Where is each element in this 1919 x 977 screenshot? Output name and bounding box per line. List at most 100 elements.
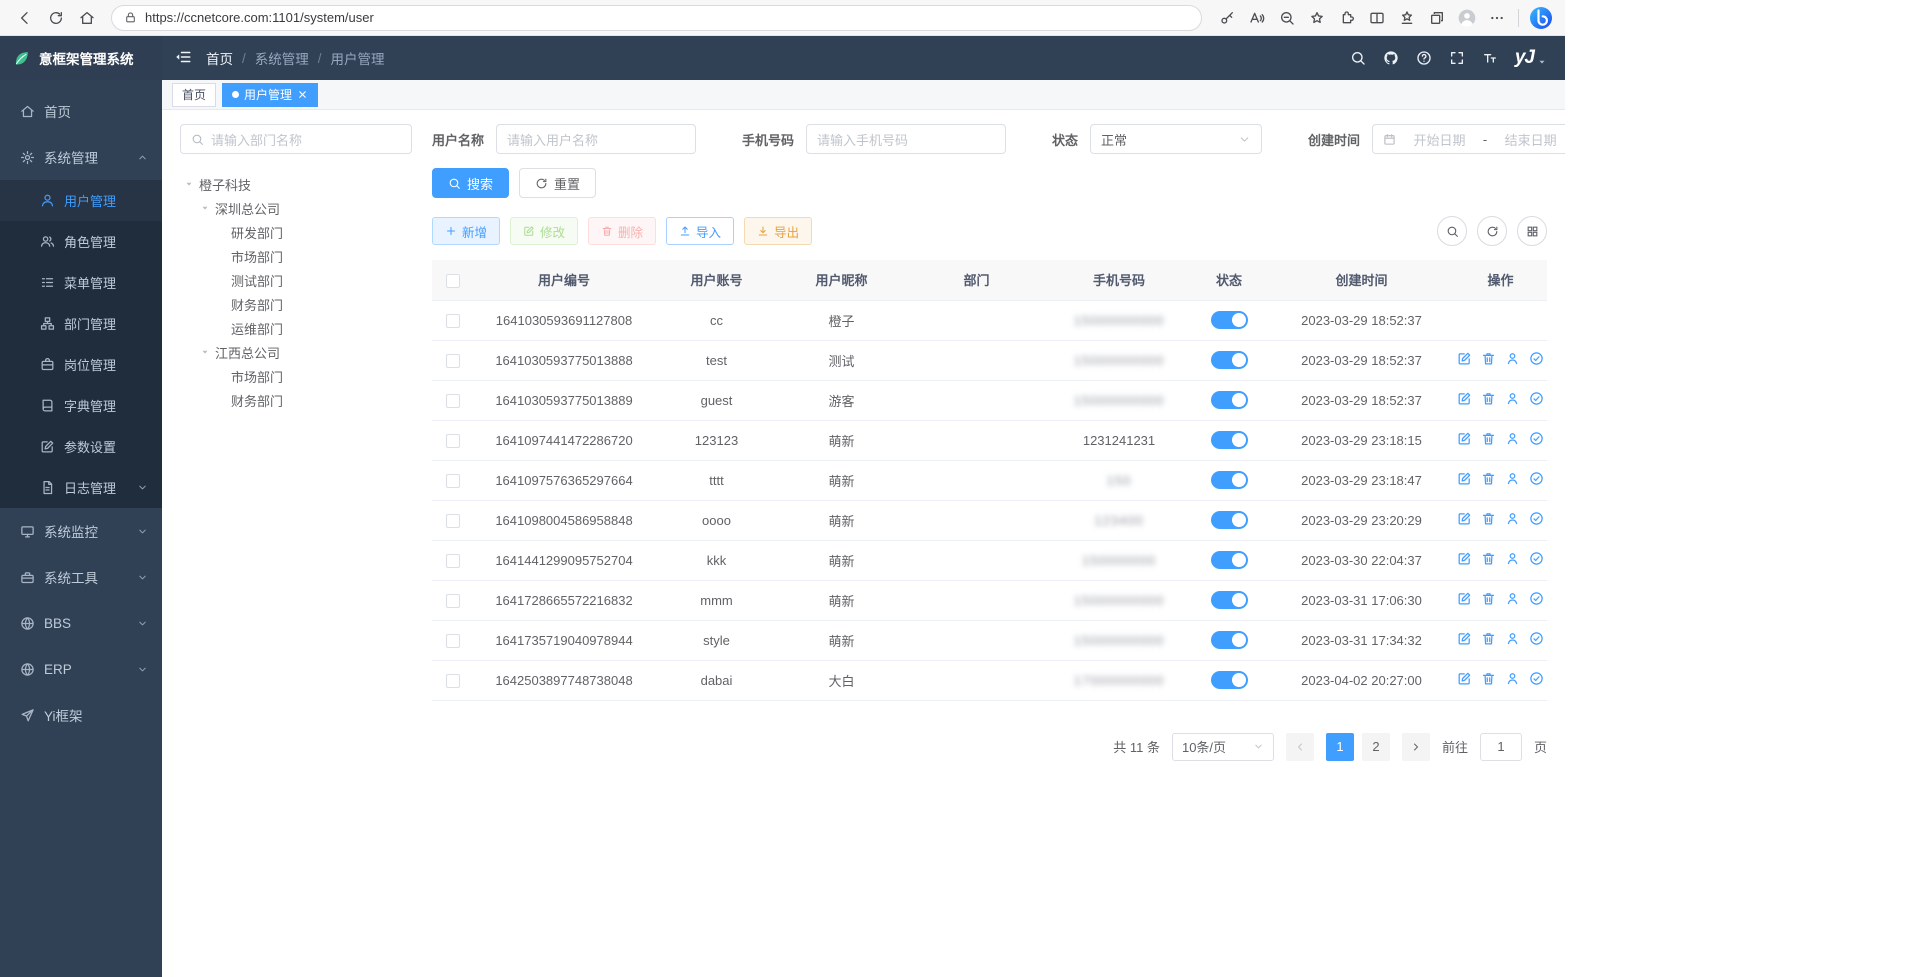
sidebar-item-dept-management[interactable]: 部门管理 — [0, 303, 162, 344]
browser-home-button[interactable] — [72, 4, 101, 32]
op-edit-button[interactable] — [1457, 591, 1472, 606]
op-delete-button[interactable] — [1481, 511, 1496, 526]
status-toggle[interactable] — [1211, 351, 1248, 369]
github-button[interactable] — [1383, 50, 1399, 66]
op-reset-password-button[interactable] — [1505, 471, 1520, 486]
tab-close-icon[interactable] — [297, 89, 308, 100]
op-reset-password-button[interactable] — [1505, 351, 1520, 366]
add-button[interactable]: 新增 — [432, 217, 500, 245]
tab[interactable]: 用户管理 — [222, 83, 318, 107]
row-checkbox[interactable] — [446, 394, 460, 408]
page-size-select[interactable]: 10条/页 — [1172, 733, 1274, 761]
split-screen-button[interactable] — [1362, 4, 1391, 32]
op-reset-password-button[interactable] — [1505, 431, 1520, 446]
status-toggle[interactable] — [1211, 391, 1248, 409]
favorites-add-button[interactable] — [1302, 4, 1331, 32]
browser-refresh-button[interactable] — [41, 4, 70, 32]
row-checkbox[interactable] — [446, 314, 460, 328]
next-page-button[interactable] — [1402, 733, 1430, 761]
tree-node[interactable]: 深圳总公司 — [180, 196, 412, 220]
op-edit-button[interactable] — [1457, 631, 1472, 646]
font-size-button[interactable] — [1482, 50, 1498, 66]
fullscreen-button[interactable] — [1449, 50, 1465, 66]
op-assign-role-button[interactable] — [1529, 391, 1544, 406]
tree-node[interactable]: 市场部门 — [180, 244, 412, 268]
zoom-button[interactable] — [1272, 4, 1301, 32]
tree-node[interactable]: 财务部门 — [180, 388, 412, 412]
row-checkbox[interactable] — [446, 674, 460, 688]
sidebar-item-system-tools[interactable]: 系统工具 — [0, 554, 162, 600]
op-edit-button[interactable] — [1457, 511, 1472, 526]
op-delete-button[interactable] — [1481, 631, 1496, 646]
page-button-1[interactable]: 1 — [1326, 733, 1354, 761]
column-settings-button[interactable] — [1517, 216, 1547, 246]
sidebar-item-role-management[interactable]: 角色管理 — [0, 221, 162, 262]
header-search-button[interactable] — [1350, 50, 1366, 66]
op-assign-role-button[interactable] — [1529, 351, 1544, 366]
sidebar-item-user-management[interactable]: 用户管理 — [0, 180, 162, 221]
op-assign-role-button[interactable] — [1529, 671, 1544, 686]
browser-menu-button[interactable] — [1482, 4, 1511, 32]
sidebar-item-system-management[interactable]: 系统管理 — [0, 134, 162, 180]
select-all-checkbox[interactable] — [446, 274, 460, 288]
breadcrumb-item[interactable]: 用户管理 — [331, 48, 385, 68]
op-delete-button[interactable] — [1481, 351, 1496, 366]
row-checkbox[interactable] — [446, 434, 460, 448]
status-toggle[interactable] — [1211, 431, 1248, 449]
search-button[interactable]: 搜索 — [432, 168, 509, 198]
op-reset-password-button[interactable] — [1505, 631, 1520, 646]
op-edit-button[interactable] — [1457, 471, 1472, 486]
goto-page-input[interactable]: 1 — [1480, 733, 1522, 761]
row-checkbox[interactable] — [446, 514, 460, 528]
row-checkbox[interactable] — [446, 634, 460, 648]
sidebar-item-bbs[interactable]: BBS — [0, 600, 162, 646]
sidebar-item-menu-management[interactable]: 菜单管理 — [0, 262, 162, 303]
sidebar-item-home[interactable]: 首页 — [0, 88, 162, 134]
op-delete-button[interactable] — [1481, 471, 1496, 486]
sidebar-fold-button[interactable] — [174, 48, 192, 69]
tab[interactable]: 首页 — [172, 83, 216, 107]
dept-search-input[interactable]: 请输入部门名称 — [180, 124, 412, 154]
status-toggle[interactable] — [1211, 631, 1248, 649]
op-delete-button[interactable] — [1481, 591, 1496, 606]
op-edit-button[interactable] — [1457, 391, 1472, 406]
help-button[interactable] — [1416, 50, 1432, 66]
op-reset-password-button[interactable] — [1505, 551, 1520, 566]
breadcrumb-item[interactable]: 首页 — [206, 48, 233, 68]
op-assign-role-button[interactable] — [1529, 431, 1544, 446]
status-toggle[interactable] — [1211, 671, 1248, 689]
bing-copilot-button[interactable] — [1526, 4, 1555, 32]
status-toggle[interactable] — [1211, 471, 1248, 489]
sidebar-item-system-monitor[interactable]: 系统监控 — [0, 508, 162, 554]
password-key-button[interactable] — [1212, 4, 1241, 32]
op-edit-button[interactable] — [1457, 671, 1472, 686]
sidebar-item-param-settings[interactable]: 参数设置 — [0, 426, 162, 467]
op-edit-button[interactable] — [1457, 351, 1472, 366]
sidebar-item-post-management[interactable]: 岗位管理 — [0, 344, 162, 385]
user-avatar[interactable]: yJ — [1515, 47, 1547, 69]
sidebar-item-yi-framework[interactable]: Yi框架 — [0, 692, 162, 738]
tree-node[interactable]: 运维部门 — [180, 316, 412, 340]
sidebar-item-erp[interactable]: ERP — [0, 646, 162, 692]
status-toggle[interactable] — [1211, 511, 1248, 529]
sidebar-item-dict-management[interactable]: 字典管理 — [0, 385, 162, 426]
address-bar[interactable]: https://ccnetcore.com:1101/system/user — [111, 5, 1202, 31]
row-checkbox[interactable] — [446, 594, 460, 608]
op-delete-button[interactable] — [1481, 431, 1496, 446]
op-reset-password-button[interactable] — [1505, 511, 1520, 526]
op-reset-password-button[interactable] — [1505, 591, 1520, 606]
extensions-button[interactable] — [1332, 4, 1361, 32]
status-toggle[interactable] — [1211, 591, 1248, 609]
row-checkbox[interactable] — [446, 474, 460, 488]
row-checkbox[interactable] — [446, 354, 460, 368]
username-input[interactable]: 请输入用户名称 — [496, 124, 696, 154]
tree-node[interactable]: 研发部门 — [180, 220, 412, 244]
breadcrumb-item[interactable]: 系统管理 — [255, 48, 309, 68]
delete-button[interactable]: 删除 — [588, 217, 656, 245]
op-assign-role-button[interactable] — [1529, 591, 1544, 606]
refresh-table-button[interactable] — [1477, 216, 1507, 246]
browser-back-button[interactable] — [10, 4, 39, 32]
op-assign-role-button[interactable] — [1529, 471, 1544, 486]
op-delete-button[interactable] — [1481, 391, 1496, 406]
op-assign-role-button[interactable] — [1529, 631, 1544, 646]
